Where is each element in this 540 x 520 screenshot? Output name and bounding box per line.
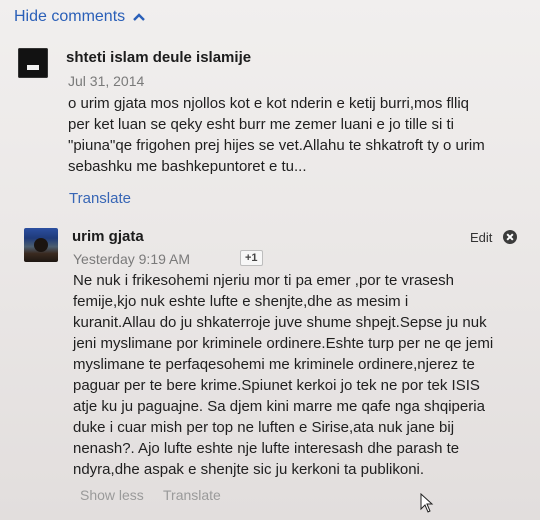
mouse-cursor-icon — [420, 493, 434, 513]
comment-line: "piuna"qe frigohen prej hijes se vet.All… — [68, 137, 485, 154]
hide-comments-toggle[interactable]: Hide comments — [14, 8, 146, 26]
comment-line: duke i cuar mish per top ne luften e Sir… — [73, 419, 455, 436]
comment-date[interactable]: Jul 31, 2014 — [68, 73, 144, 89]
comment-body: o urim gjata mos njollos kot e kot nderi… — [68, 93, 485, 177]
comment-line: jeni myslimane por kriminele ordinere.Es… — [73, 335, 494, 352]
comment-line: femije,kjo nuk eshte lufte e shenjte,dhe… — [73, 293, 409, 310]
edit-button[interactable]: Edit — [470, 230, 492, 245]
chevron-up-icon[interactable] — [133, 12, 146, 22]
plus-one-button[interactable]: +1 — [240, 250, 263, 266]
dark-avatar[interactable] — [18, 48, 48, 78]
comment-line: kuranit.Allau do ju shkaterroje juve shu… — [73, 314, 487, 331]
comment-author[interactable]: shteti islam deule islamije — [66, 49, 251, 66]
translate-link[interactable]: Translate — [69, 190, 131, 207]
translate-link[interactable]: Translate — [163, 487, 221, 503]
photo-avatar[interactable] — [24, 228, 58, 262]
comment-line: sebashku me bashkepuntoret e tu... — [68, 158, 307, 175]
show-less-link[interactable]: Show less — [80, 487, 144, 503]
comment-line: nenash?. Ajo lufte eshte nje lufte inter… — [73, 440, 460, 457]
comment-line: per ket luan se qeky esht burr me zemer … — [68, 116, 455, 133]
comment-body: Ne nuk i frikesohemi njeriu mor ti pa em… — [73, 270, 493, 480]
comment-date[interactable]: Yesterday 9:19 AM — [73, 251, 190, 267]
comment-line: ndyra,dhe aspak e shenjte sic ju kerkoni… — [73, 461, 425, 478]
close-icon[interactable] — [503, 230, 517, 244]
comment-line: atje ku ju paguajne. Sa djem kini marre … — [73, 398, 485, 415]
comment-line: o urim gjata mos njollos kot e kot nderi… — [68, 95, 470, 112]
comment-line: Ne nuk i frikesohemi njeriu mor ti pa em… — [73, 272, 454, 289]
hide-comments-label[interactable]: Hide comments — [14, 8, 125, 26]
comments-panel: Hide comments shteti islam deule islamij… — [0, 0, 540, 520]
comment-author[interactable]: urim gjata — [72, 228, 144, 245]
comment-line: paguar per te bere krime.Spiunet kerkoi … — [73, 377, 480, 394]
comment-line: myslimane te perfaqesohemi me kriminele … — [73, 356, 475, 373]
